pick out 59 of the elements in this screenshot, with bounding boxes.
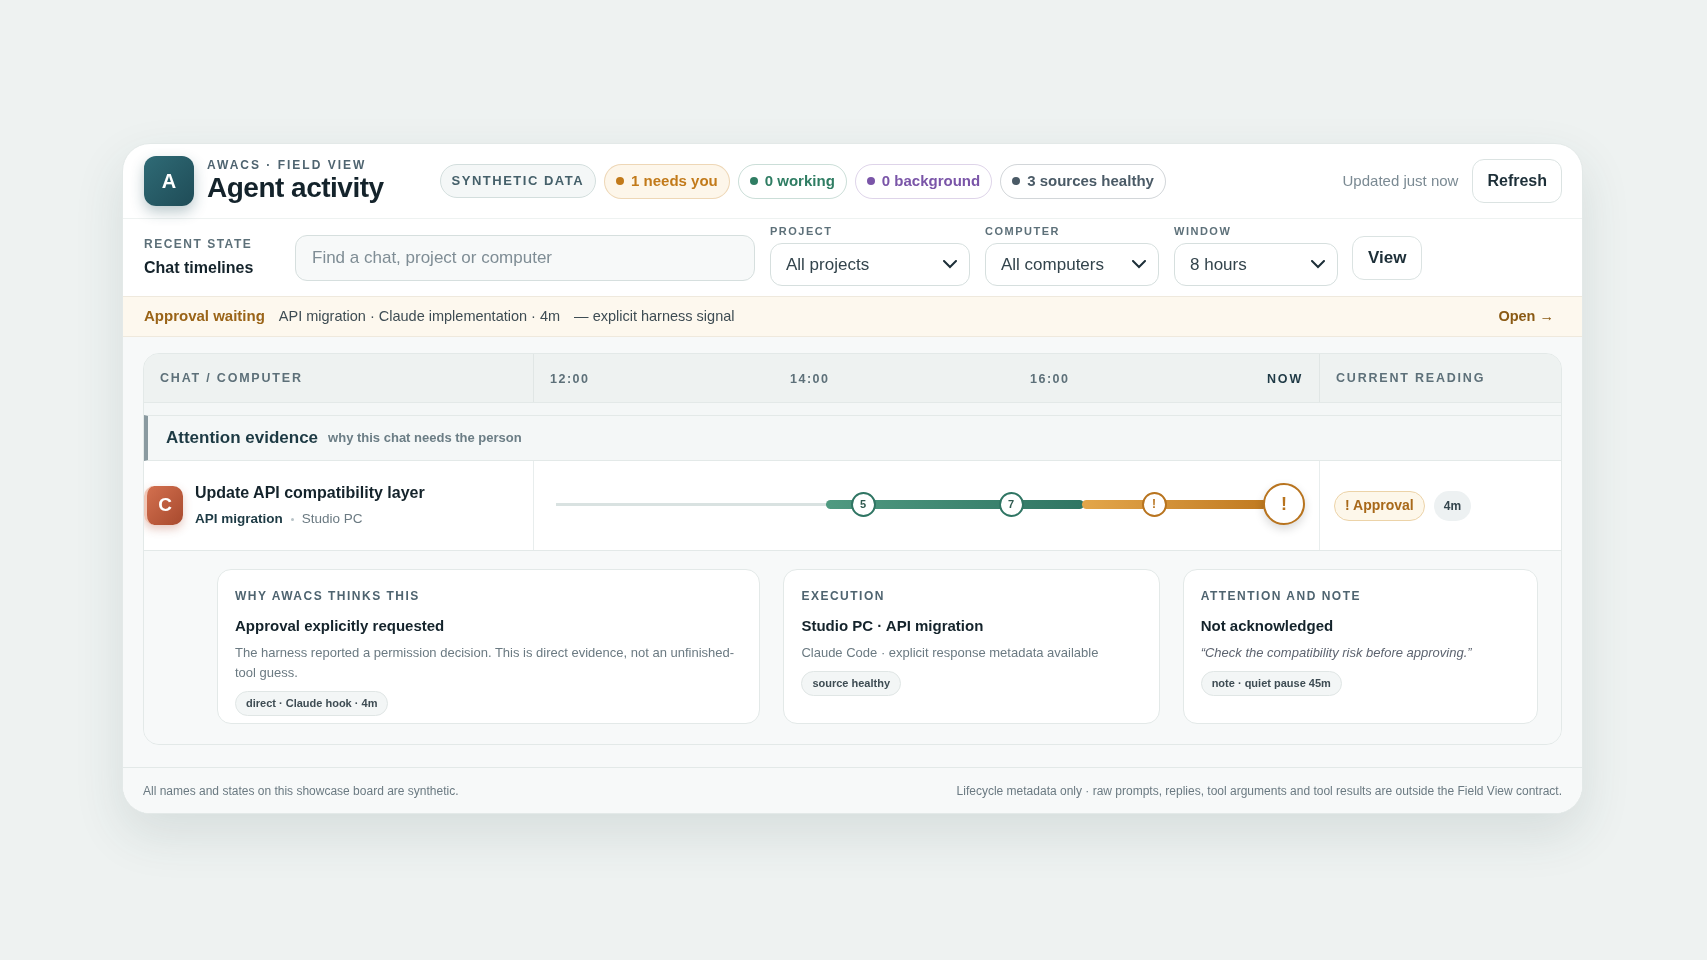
dropdown[interactable]: 8 hours xyxy=(1174,243,1338,287)
field-label: PROJECT xyxy=(770,223,834,239)
section-heading: Attention evidence xyxy=(166,427,319,450)
status-label: 1 needs you xyxy=(631,170,718,191)
age-badge: 4m xyxy=(1433,490,1472,521)
footer-text: Lifecycle metadata only · raw prompts, replies, tool arguments and tool results are outside the Field View contract. xyxy=(956,782,1562,800)
column-header: CHAT / COMPUTER xyxy=(144,354,534,402)
evidence-tag: source healthy xyxy=(801,670,902,696)
section-subtitle: why this chat needs the person xyxy=(328,429,522,448)
time-tick: 16:00 xyxy=(1030,371,1070,388)
card-title: Approval explicitly requested xyxy=(235,616,446,636)
card-eyebrow: ATTENTION AND NOTE xyxy=(1200,588,1362,605)
view-button[interactable]: View xyxy=(1352,235,1423,280)
time-tick: 14:00 xyxy=(790,371,830,388)
refresh-button[interactable]: Refresh xyxy=(1472,159,1562,203)
card-text: The harness reported a permission decision. This is direct evidence, not an unfinished-tool guess. xyxy=(235,643,736,682)
open-link[interactable]: Open → xyxy=(1498,305,1554,328)
card-title: Not acknowledged xyxy=(1200,616,1335,636)
alert-note: — explicit harness signal xyxy=(574,306,735,326)
updated-text: Updated just now xyxy=(1342,170,1459,191)
field-label: WINDOW xyxy=(1174,223,1233,239)
page-title: Agent activity xyxy=(207,172,384,204)
card-eyebrow: WHY AWACS THINKS THIS xyxy=(235,588,421,605)
timeline-marker[interactable]: ! xyxy=(1263,483,1305,525)
timeline-marker[interactable]: 5 xyxy=(850,491,876,517)
dropdown[interactable]: All projects xyxy=(770,243,970,287)
app-eyebrow: AWACS · FIELD VIEW xyxy=(207,158,368,172)
card-title: Studio PC · API migration xyxy=(801,616,985,636)
status-label: 0 working xyxy=(764,170,835,191)
evidence-tag: direct · Claude hook · 4m xyxy=(235,690,389,716)
computer-name: Studio PC xyxy=(301,510,363,529)
field-label: COMPUTER xyxy=(985,223,1061,239)
avatar: C xyxy=(144,486,183,525)
alert-detail: API migration · Claude implementation · 4m xyxy=(278,306,561,326)
now-label: NOW xyxy=(1267,371,1303,388)
dropdown[interactable]: All computers xyxy=(985,243,1159,287)
search-field[interactable]: Find a chat, project or computer xyxy=(295,234,755,281)
approval-badge: ! Approval xyxy=(1334,490,1425,521)
footer-text: All names and states on this showcase board are synthetic. xyxy=(143,782,459,800)
synthetic-data-badge: SYNTHETIC DATA xyxy=(439,164,597,198)
section-title: Chat timelines xyxy=(144,258,255,278)
app-logo: A xyxy=(144,156,194,206)
chat-title: Update API compatibility layer xyxy=(195,483,425,504)
alert-title: Approval waiting xyxy=(144,306,265,327)
evidence-tag: note · quiet pause 45m xyxy=(1200,670,1342,696)
status-label: 3 sources healthy xyxy=(1027,170,1154,191)
card-eyebrow: EXECUTION xyxy=(801,588,886,605)
chevron-down-icon xyxy=(1132,260,1146,270)
timeline-marker[interactable]: ! xyxy=(1141,491,1167,517)
status-label: 0 background xyxy=(881,170,981,191)
chevron-down-icon xyxy=(1311,260,1325,270)
timeline-marker[interactable]: 7 xyxy=(998,491,1024,517)
time-tick: 12:00 xyxy=(550,371,590,388)
section-eyebrow: RECENT STATE xyxy=(144,236,254,253)
project-name: API migration xyxy=(195,510,283,529)
column-header: CURRENT READING xyxy=(1335,369,1487,387)
card-text: Claude Code · explicit response metadata available xyxy=(801,643,1100,662)
card-text: “Check the compatibility risk before approving.” xyxy=(1200,643,1473,662)
chevron-down-icon xyxy=(943,260,957,270)
